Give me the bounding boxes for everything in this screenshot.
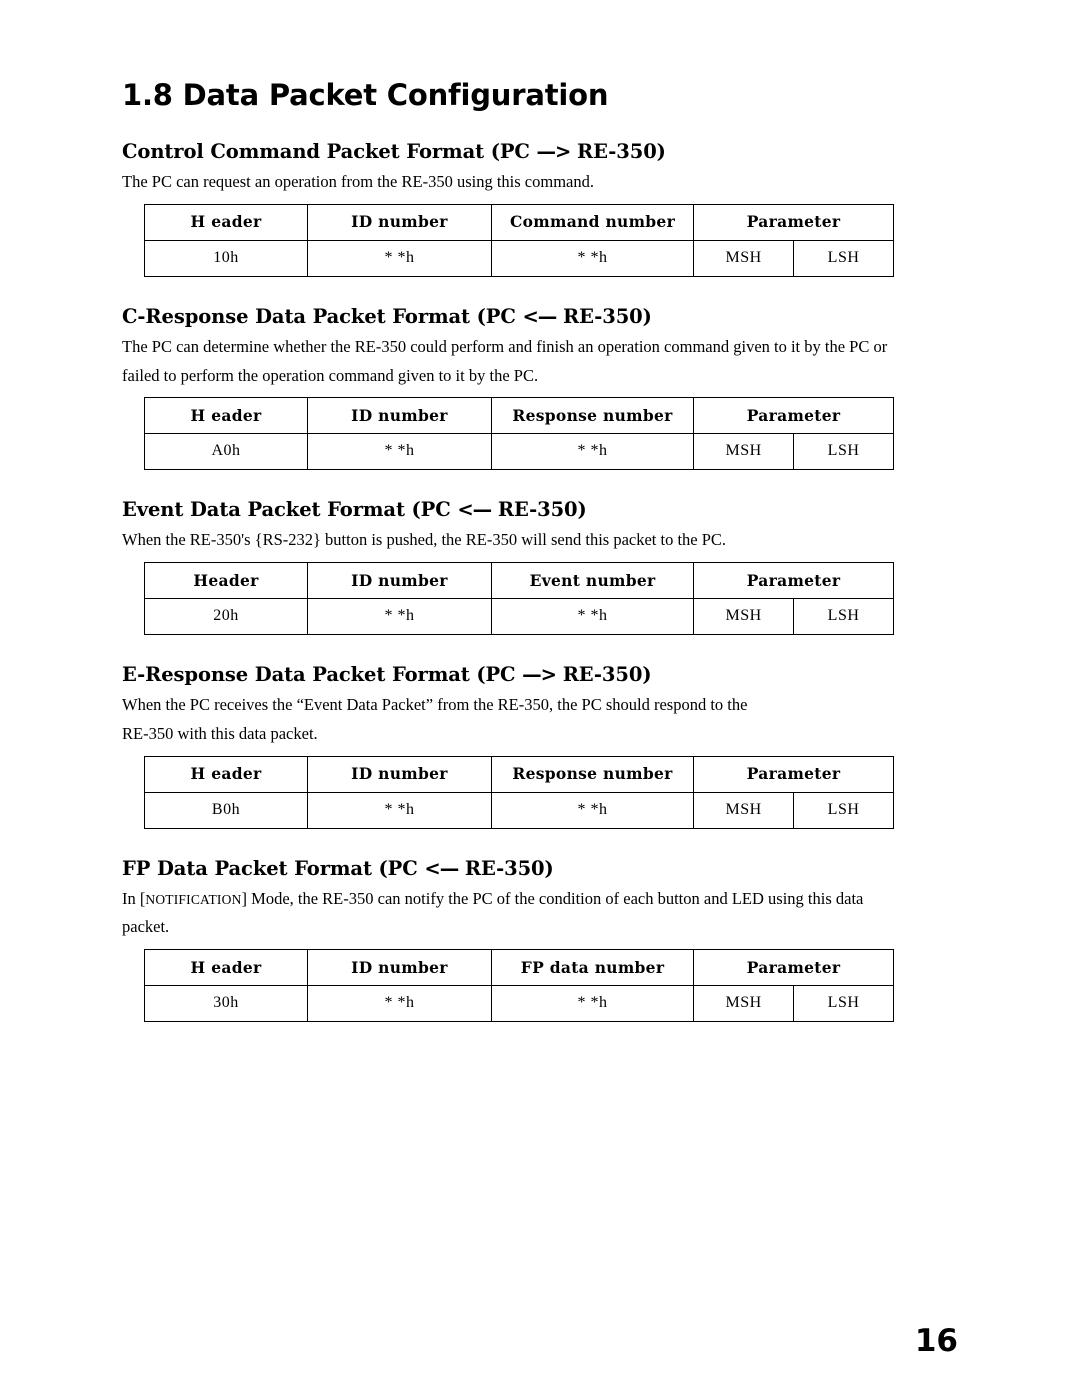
arrow-left-icon: <— xyxy=(424,856,459,880)
table-cell: * *h xyxy=(307,985,492,1023)
heading-tail: RE-350) xyxy=(570,140,666,163)
table-cell: 30h xyxy=(143,985,309,1023)
table-header-cell: Parameter xyxy=(693,397,894,435)
heading-text: C-Response Data Packet Format (PC xyxy=(122,304,523,328)
table-header-cell: Parameter xyxy=(693,562,894,600)
section-paragraph: failed to perform the operation command … xyxy=(122,365,539,385)
table-cell: LSH xyxy=(793,433,894,471)
paragraph-rest: ] Mode, the RE-350 can notify the PC of … xyxy=(241,888,864,908)
table-cell: * *h xyxy=(490,791,695,829)
arrow-right-icon: —> xyxy=(536,140,572,163)
table-header-cell: Response number xyxy=(490,755,695,793)
table-header-row: H eader ID number Response number Parame… xyxy=(143,397,894,435)
table-header-cell: Response number xyxy=(490,397,695,435)
table-cell: B0h xyxy=(143,791,309,829)
section-paragraph: When the PC receives the “Event Data Pac… xyxy=(122,695,748,715)
paragraph-smallcaps: NOTIFICATION xyxy=(145,891,242,907)
table-cell: * *h xyxy=(307,598,492,636)
document-page: 1.8 Data Packet Configuration Control Co… xyxy=(0,0,1080,1397)
table-cell: LSH xyxy=(793,985,894,1023)
table-cell: MSH xyxy=(693,598,795,636)
page-title: 1.8 Data Packet Configuration xyxy=(122,78,609,112)
table-header-cell: ID number xyxy=(307,397,492,435)
table-row: A0h * *h * *h MSH LSH xyxy=(143,433,894,471)
table-cell: * *h xyxy=(490,433,695,471)
table-header-cell: Header xyxy=(143,562,309,600)
heading-text: E-Response Data Packet Format (PC xyxy=(122,663,523,687)
table-header-cell: H eader xyxy=(143,755,309,793)
table-cell: LSH xyxy=(793,239,894,277)
packet-table-fp-data: H eader ID number FP data number Paramet… xyxy=(143,949,894,1023)
table-cell: MSH xyxy=(693,433,795,471)
table-cell: 20h xyxy=(143,598,309,636)
packet-table-c-response: H eader ID number Response number Parame… xyxy=(143,397,894,471)
heading-text: FP Data Packet Format (PC xyxy=(122,856,425,880)
table-header-row: H eader ID number Command number Paramet… xyxy=(143,203,894,241)
page-number: 16 xyxy=(914,1323,958,1359)
table-header-cell: H eader xyxy=(143,949,309,987)
table-cell: * *h xyxy=(307,433,492,471)
packet-table-e-response: H eader ID number Response number Parame… xyxy=(143,755,894,829)
section-paragraph: When the RE-350's {RS-232} button is pus… xyxy=(122,530,727,550)
section-paragraph: The PC can determine whether the RE-350 … xyxy=(122,336,888,356)
table-cell: MSH xyxy=(693,985,795,1023)
table-header-cell: H eader xyxy=(143,203,309,241)
table-header-cell: Parameter xyxy=(693,203,894,241)
heading-text: Control Command Packet Format (PC xyxy=(122,140,537,163)
paragraph-lead: In [ xyxy=(122,888,146,908)
table-header-cell: ID number xyxy=(307,949,492,987)
table-cell: A0h xyxy=(143,433,309,471)
section-heading-fp-data: FP Data Packet Format (PC <— RE-350) xyxy=(122,857,958,880)
table-row: 20h * *h * *h MSH LSH xyxy=(143,598,894,636)
table-row: 10h * *h * *h MSH LSH xyxy=(143,239,894,277)
table-header-cell: Event number xyxy=(490,562,695,600)
section-paragraph: In [NOTIFICATION] Mode, the RE-350 can n… xyxy=(122,888,958,911)
table-cell: * *h xyxy=(490,239,695,277)
arrow-left-icon: <— xyxy=(522,304,557,328)
arrow-left-icon: <— xyxy=(457,498,492,522)
table-cell: MSH xyxy=(693,239,795,277)
table-header-cell: H eader xyxy=(143,397,309,435)
table-cell: * *h xyxy=(307,791,492,829)
section-heading-event-data: Event Data Packet Format (PC <— RE-350) xyxy=(122,498,958,521)
table-header-row: H eader ID number FP data number Paramet… xyxy=(143,949,894,987)
table-row: 30h * *h * *h MSH LSH xyxy=(143,985,894,1023)
table-header-cell: FP data number xyxy=(490,949,695,987)
table-cell: 10h xyxy=(143,239,309,277)
table-cell: LSH xyxy=(793,598,894,636)
table-header-row: H eader ID number Response number Parame… xyxy=(143,755,894,793)
table-header-row: Header ID number Event number Parameter xyxy=(143,562,894,600)
heading-text: Event Data Packet Format (PC xyxy=(122,498,458,522)
packet-table-control-command: H eader ID number Command number Paramet… xyxy=(143,203,894,277)
table-header-cell: Parameter xyxy=(693,755,894,793)
table-cell: MSH xyxy=(693,791,795,829)
section-heading-e-response: E-Response Data Packet Format (PC —> RE-… xyxy=(122,663,958,686)
table-cell: * *h xyxy=(490,985,695,1023)
table-header-cell: Command number xyxy=(490,203,695,241)
table-header-cell: ID number xyxy=(307,203,492,241)
table-cell: * *h xyxy=(307,239,492,277)
table-header-cell: ID number xyxy=(307,562,492,600)
section-paragraph: packet. xyxy=(122,917,170,937)
packet-table-event-data: Header ID number Event number Parameter … xyxy=(143,562,894,636)
heading-tail: RE-350) xyxy=(556,304,652,328)
table-row: B0h * *h * *h MSH LSH xyxy=(143,791,894,829)
section-heading-control-command: Control Command Packet Format (PC —> RE-… xyxy=(122,140,958,163)
heading-tail: RE-350) xyxy=(458,856,554,880)
section-heading-c-response: C-Response Data Packet Format (PC <— RE-… xyxy=(122,305,958,328)
table-header-cell: ID number xyxy=(307,755,492,793)
heading-tail: RE-350) xyxy=(556,663,652,687)
heading-tail: RE-350) xyxy=(491,498,587,522)
arrow-right-icon: —> xyxy=(522,663,557,687)
table-header-cell: Parameter xyxy=(693,949,894,987)
table-cell: * *h xyxy=(490,598,695,636)
table-cell: LSH xyxy=(793,791,894,829)
section-paragraph: The PC can request an operation from the… xyxy=(122,172,594,191)
section-paragraph: RE-350 with this data packet. xyxy=(122,723,318,743)
